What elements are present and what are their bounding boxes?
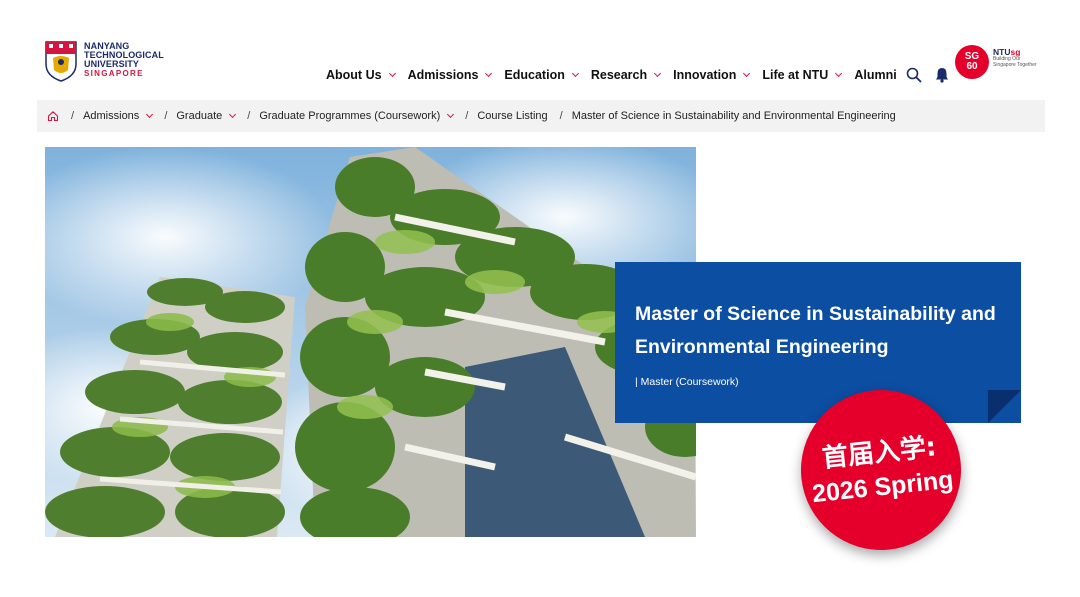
breadcrumb-item-current-page: Master of Science in Sustainability and … [572, 110, 896, 122]
chevron-down-icon [485, 69, 493, 78]
breadcrumb-label: Course Listing [477, 110, 548, 122]
main-nav: About Us Admissions Education Research I… [326, 68, 910, 82]
home-icon[interactable] [47, 110, 59, 122]
nav-label: Education [504, 68, 565, 82]
nav-label: Life at NTU [762, 68, 829, 82]
nav-label: Innovation [673, 68, 737, 82]
breadcrumb-separator: / [465, 110, 469, 122]
breadcrumb-separator: / [164, 110, 168, 122]
chevron-down-icon [447, 110, 455, 119]
breadcrumb-label: Graduate Programmes (Coursework) [259, 110, 441, 122]
nav-item-research[interactable]: Research [590, 68, 662, 82]
bell-icon[interactable] [935, 67, 949, 83]
sg60-badge: SG 60 [955, 45, 989, 79]
chevron-down-icon [654, 69, 662, 78]
chevron-down-icon [835, 69, 843, 78]
nav-item-life-at-ntu[interactable]: Life at NTU [762, 68, 843, 82]
nav-item-education[interactable]: Education [504, 68, 579, 82]
chevron-down-icon [388, 69, 396, 78]
chevron-down-icon [743, 69, 751, 78]
nav-label: Alumni [854, 68, 897, 82]
breadcrumb-separator: / [247, 110, 251, 122]
card-fold-corner [988, 390, 1021, 423]
nav-label: About Us [326, 68, 382, 82]
nav-item-about-us[interactable]: About Us [326, 68, 396, 82]
chevron-down-icon [229, 110, 237, 119]
chevron-down-icon [571, 69, 579, 78]
breadcrumb-label: Master of Science in Sustainability and … [571, 110, 896, 122]
breadcrumb-label: Admissions [83, 110, 140, 122]
nav-label: Research [590, 68, 648, 82]
logo-line-3: UNIVERSITY [84, 59, 140, 69]
ntu-logo[interactable]: NANYANG TECHNOLOGICAL UNIVERSITY SINGAPO… [44, 40, 164, 82]
nav-item-alumni[interactable]: Alumni [854, 68, 896, 82]
sg60-logo[interactable]: SG 60 NTUsg Building Our Singapore Toget… [955, 45, 1037, 79]
logo-line-4: SINGAPORE [84, 69, 144, 78]
page-title: Master of Science in Sustainability and … [635, 298, 1001, 364]
breadcrumb-item-graduate-programmes[interactable]: Graduate Programmes (Coursework) [259, 110, 455, 122]
sg60-badge-bottom: 60 [966, 61, 978, 72]
search-icon[interactable] [906, 67, 922, 83]
page-title-line-1: Master of Science in Sustainability and [635, 303, 996, 325]
ntu-crest-icon [45, 41, 77, 82]
nav-item-admissions[interactable]: Admissions [407, 68, 493, 82]
page-title-line-2: Environmental Engineering [635, 336, 889, 358]
nav-icons [906, 67, 949, 83]
breadcrumb-item-graduate[interactable]: Graduate [176, 110, 237, 122]
breadcrumb-separator: / [559, 110, 563, 122]
sg60-tagline: Building Our Singapore Together [993, 56, 1037, 68]
nav-label: Admissions [407, 68, 479, 82]
breadcrumb-item-admissions[interactable]: Admissions [83, 110, 154, 122]
chevron-down-icon [146, 110, 154, 119]
breadcrumb-separator: / [71, 110, 75, 122]
breadcrumb-label: Graduate [176, 110, 223, 122]
breadcrumb-item-course-listing[interactable]: Course Listing [477, 110, 547, 122]
nav-item-innovation[interactable]: Innovation [673, 68, 751, 82]
hero-image [45, 147, 696, 537]
programme-type: | Master (Coursework) [635, 376, 739, 388]
breadcrumb: / Admissions / Graduate / Graduate Progr… [37, 100, 1045, 132]
vertical-forest-photo [45, 147, 696, 537]
programme-title-card: Master of Science in Sustainability and … [615, 262, 1021, 423]
